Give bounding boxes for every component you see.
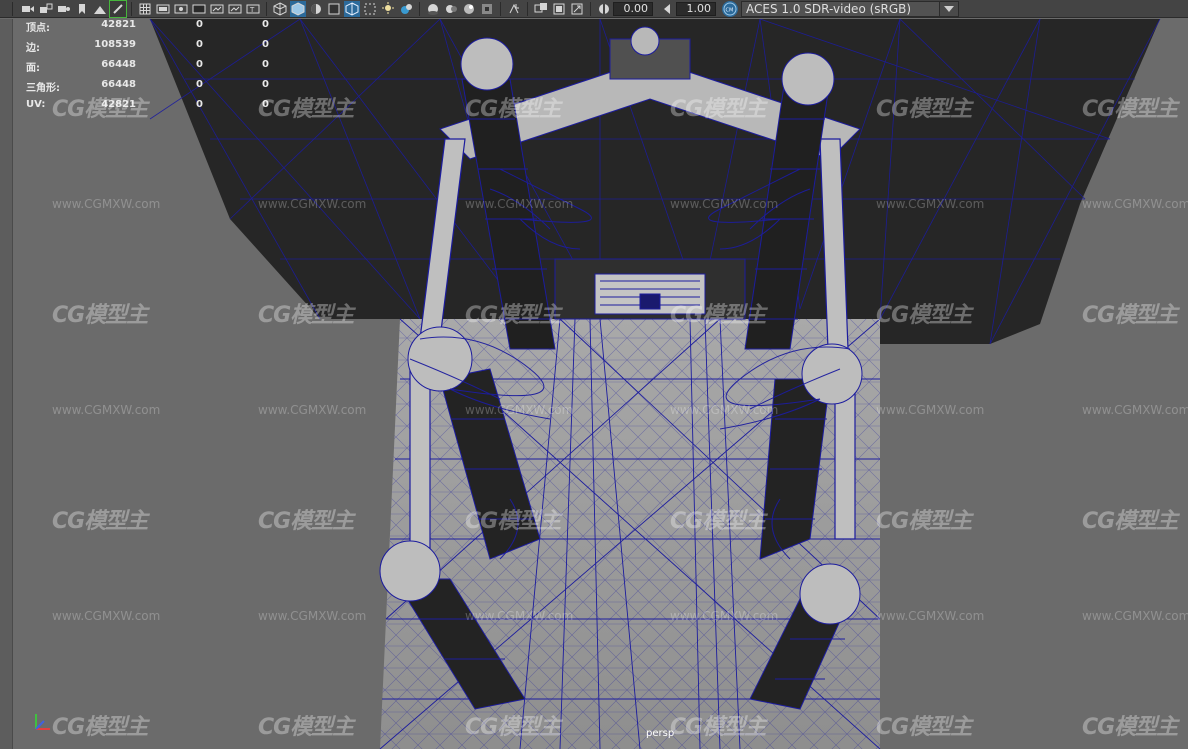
hud-label: UV: xyxy=(26,99,46,110)
hud-value-triangles: 0 xyxy=(262,99,269,110)
hud-value-total: 66448 xyxy=(101,59,136,70)
scene-wireframe[interactable] xyxy=(0,19,1188,749)
color-management-icon[interactable]: CM xyxy=(722,0,738,17)
hud-label: 边: xyxy=(26,43,40,54)
camera-icon[interactable] xyxy=(20,1,36,17)
gamma-field[interactable]: 0.00 xyxy=(613,1,653,16)
hud-row: 顶点: 42821 0 0 xyxy=(26,19,286,39)
toolbar-separator xyxy=(419,1,420,16)
perspective-viewport[interactable]: 顶点: 42821 0 0 边: 108539 0 0 面: 66448 0 0 三角形: 66448 0 0… xyxy=(0,19,1188,749)
hud-row: 边: 108539 0 0 xyxy=(26,39,286,59)
image-plane-icon[interactable] xyxy=(92,1,108,17)
color-space-dropdown[interactable]: ACES 1.0 SDR-video (sRGB) xyxy=(741,0,959,17)
camera-name-label: persp xyxy=(646,728,675,739)
hud-value-selected: 0 xyxy=(196,59,203,70)
grease-pencil-icon[interactable] xyxy=(109,0,127,18)
bookmark-icon[interactable] xyxy=(74,1,90,17)
hud-value-total: 108539 xyxy=(94,39,136,50)
use-lights-icon[interactable] xyxy=(362,1,378,17)
hud-value-triangles: 0 xyxy=(262,19,269,30)
hud-row: UV: 42821 0 0 xyxy=(26,99,286,119)
depth-of-field-icon[interactable] xyxy=(461,1,477,17)
grid-icon[interactable] xyxy=(137,1,153,17)
panel-toolbar: T 0.00 1.00 CM ACES 1.0 SDR-video (sRGB) xyxy=(0,0,1188,18)
axis-gizmo-icon xyxy=(35,714,50,730)
shadows-icon[interactable] xyxy=(380,1,396,17)
toolbar-separator xyxy=(527,1,528,16)
hud-value-selected: 0 xyxy=(196,39,203,50)
poly-count-hud: 顶点: 42821 0 0 边: 108539 0 0 面: 66448 0 0 三角形: 66448 0 0… xyxy=(26,19,286,119)
wireframe-on-shaded-icon[interactable] xyxy=(326,1,342,17)
safe-action-icon[interactable] xyxy=(227,1,243,17)
hud-value-triangles: 0 xyxy=(262,79,269,90)
smooth-shade-icon[interactable] xyxy=(290,0,306,17)
toolbar-handle[interactable] xyxy=(12,1,13,16)
hud-value-selected: 0 xyxy=(196,99,203,110)
gamma-icon[interactable] xyxy=(596,1,612,17)
xray-joints-icon[interactable] xyxy=(506,1,522,17)
hud-label: 面: xyxy=(26,63,40,74)
hud-row: 面: 66448 0 0 xyxy=(26,59,286,79)
chevron-down-icon[interactable] xyxy=(939,1,958,16)
svg-text:T: T xyxy=(249,6,255,14)
hud-label: 顶点: xyxy=(26,23,50,34)
camera-attributes-icon[interactable] xyxy=(56,1,72,17)
film-gate-icon[interactable] xyxy=(155,1,171,17)
wireframe-icon[interactable] xyxy=(272,1,288,17)
exposure-icon[interactable] xyxy=(659,1,675,17)
default-material-icon[interactable] xyxy=(308,1,324,17)
hud-value-total: 42821 xyxy=(101,19,136,30)
exposure-field[interactable]: 1.00 xyxy=(676,1,716,16)
backface-culling-icon[interactable] xyxy=(551,1,567,17)
toolbar-separator xyxy=(131,1,132,16)
expand-icon[interactable] xyxy=(569,1,585,17)
toolbar-separator xyxy=(590,1,591,16)
hud-row: 三角形: 66448 0 0 xyxy=(26,79,286,99)
resolution-gate-icon[interactable] xyxy=(173,1,189,17)
motion-blur-icon[interactable] xyxy=(425,1,441,17)
field-chart-icon[interactable] xyxy=(209,1,225,17)
color-space-label: ACES 1.0 SDR-video (sRGB) xyxy=(746,1,912,16)
hud-value-total: 42821 xyxy=(101,99,136,110)
screen-space-ao-icon[interactable] xyxy=(398,1,414,17)
gate-mask-icon[interactable] xyxy=(191,1,207,17)
xray-icon[interactable] xyxy=(344,0,360,17)
anti-aliasing-icon[interactable] xyxy=(443,1,459,17)
hud-value-selected: 0 xyxy=(196,19,203,30)
hud-label: 三角形: xyxy=(26,83,60,94)
hud-value-selected: 0 xyxy=(196,79,203,90)
safe-title-icon[interactable]: T xyxy=(245,1,261,17)
isolate-select-icon[interactable] xyxy=(479,1,495,17)
camera-lock-icon[interactable] xyxy=(38,1,54,17)
hud-value-triangles: 0 xyxy=(262,59,269,70)
hud-value-triangles: 0 xyxy=(262,39,269,50)
xray-active-icon[interactable] xyxy=(533,1,549,17)
svg-text:CM: CM xyxy=(726,7,734,13)
hud-value-total: 66448 xyxy=(101,79,136,90)
viewport-left-edge xyxy=(0,19,13,749)
toolbar-separator xyxy=(500,1,501,16)
toolbar-separator xyxy=(266,1,267,16)
